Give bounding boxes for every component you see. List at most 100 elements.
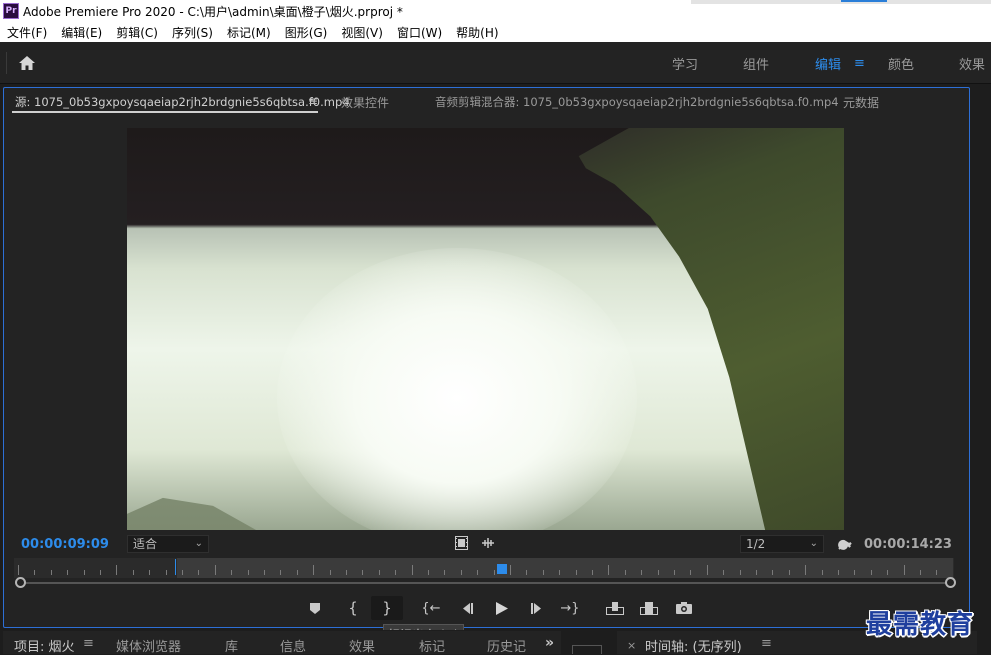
insert-button[interactable] [601,596,629,620]
export-frame-button[interactable] [670,596,698,620]
ruler-tick [477,570,478,575]
mark-in-icon: { [348,599,358,617]
go-to-out-button[interactable]: →} [556,596,584,620]
tab-project[interactable]: 项目: 烟火 [14,636,75,655]
ruler-tick [854,570,855,575]
waveform-icon [482,538,494,548]
marker-icon [310,602,320,614]
menu-edit[interactable]: 编辑(E) [54,24,109,41]
home-icon [19,56,35,70]
ruler-tick [526,570,527,575]
timeline-title[interactable]: 时间轴: (无序列) [645,636,742,655]
ruler-tick [805,565,806,575]
project-tab-menu-icon[interactable]: ≡ [83,636,94,651]
playhead[interactable] [497,564,507,574]
ruler-tick [510,565,511,575]
ruler-tick [707,565,708,575]
title-bar: Pr Adobe Premiere Pro 2020 - C:\用户\admin… [0,0,991,22]
time-ruler[interactable] [14,558,954,578]
ruler-tick [772,570,773,575]
ruler-tick [723,570,724,575]
menu-view[interactable]: 视图(V) [334,24,390,41]
panel-menu-icon[interactable]: ≡ [308,94,318,108]
workspace-tab-learning[interactable]: 学习 [672,54,698,73]
workspace-tab-editing[interactable]: 编辑 [815,54,841,73]
zoom-handle-left[interactable] [15,577,26,588]
mark-out-icon: } [382,599,392,617]
play-button[interactable] [488,596,516,620]
workspace-tab-effects[interactable]: 效果 [959,54,985,73]
ruler-tick [920,570,921,575]
ruler-tick [51,570,52,575]
workspace-tab-color[interactable]: 颜色 [888,54,914,73]
ruler-tick [116,565,117,575]
menu-window[interactable]: 窗口(W) [390,24,449,41]
home-button[interactable] [10,50,44,76]
tab-history[interactable]: 历史记 [487,636,526,655]
workspace-separator [6,52,7,74]
ruler-tick [871,570,872,575]
tab-metadata[interactable]: 元数据 [843,94,879,111]
ruler-tick [625,570,626,575]
menu-help[interactable]: 帮助(H) [449,24,505,41]
title-bar-accent [841,0,887,2]
video-preview[interactable] [127,128,844,530]
ruler-tick [904,565,905,575]
tab-libraries[interactable]: 库 [225,636,238,655]
workspace-bar: 学习 组件 编辑 ≡ 颜色 效果 [0,42,991,84]
step-forward-button[interactable] [523,596,551,620]
in-point-marker[interactable] [175,559,178,575]
ruler-tick [198,570,199,575]
add-marker-button[interactable] [301,596,329,620]
zoom-handle-right[interactable] [945,577,956,588]
workspace-tab-assembly[interactable]: 组件 [743,54,769,73]
workspace-menu-icon[interactable]: ≡ [854,56,865,71]
playback-resolution-select[interactable]: 1/2 ⌄ [740,535,824,553]
menu-graphics[interactable]: 图形(G) [278,24,335,41]
window-title: Adobe Premiere Pro 2020 - C:\用户\admin\桌面… [23,4,403,19]
ruler-tick [822,570,823,575]
ruler-tick [133,570,134,575]
step-back-button[interactable] [453,596,481,620]
ruler-tick [18,565,19,575]
tab-source[interactable]: 源: 1075_0b53gxpoysqaeiap2rjh2brdgnie5s6q… [15,94,350,110]
ruler-tick [231,570,232,575]
current-timecode[interactable]: 00:00:09:09 [21,537,109,552]
go-to-in-button[interactable]: {← [417,596,445,620]
tab-audio-clip-mixer[interactable]: 音频剪辑混合器: 1075_0b53gxpoysqaeiap2rjh2brdgn… [435,94,839,110]
go-to-in-icon: {← [421,600,441,616]
tab-effects[interactable]: 效果 [349,636,375,655]
tab-effect-controls[interactable]: 效果控件 [341,94,389,111]
mark-in-button[interactable]: { [339,596,367,620]
overwrite-button[interactable] [635,596,663,620]
tab-markers[interactable]: 标记 [419,636,445,655]
ruler-tick [149,570,150,575]
close-icon[interactable]: × [627,639,636,652]
drag-video-only-button[interactable] [455,536,468,553]
go-to-out-icon: →} [560,600,580,616]
menu-markers[interactable]: 标记(M) [220,24,278,41]
tab-media-browser[interactable]: 媒体浏览器 [116,636,181,655]
settings-button[interactable] [837,535,853,554]
timeline-tab-menu-icon[interactable]: ≡ [761,636,772,651]
in-out-range [177,558,953,578]
more-tabs-icon[interactable]: » [545,635,554,651]
ruler-tick [740,570,741,575]
drag-audio-only-button[interactable] [481,537,495,552]
menu-sequence[interactable]: 序列(S) [165,24,220,41]
zoom-scroll-bar[interactable] [18,582,951,584]
ruler-tick [756,570,757,575]
tab-info[interactable]: 信息 [280,636,306,655]
ruler-tick [658,570,659,575]
zoom-level-value: 适合 [133,537,158,551]
premiere-app-icon: Pr [3,3,19,19]
panel-placeholder [572,645,602,654]
zoom-level-select[interactable]: 适合 ⌄ [127,535,209,553]
ruler-tick [166,570,167,575]
ruler-tick [412,565,413,575]
menu-file[interactable]: 文件(F) [0,24,54,41]
mark-out-button[interactable]: } [371,596,403,620]
ruler-tick [362,570,363,575]
ruler-tick [182,570,183,575]
menu-clip[interactable]: 剪辑(C) [109,24,165,41]
